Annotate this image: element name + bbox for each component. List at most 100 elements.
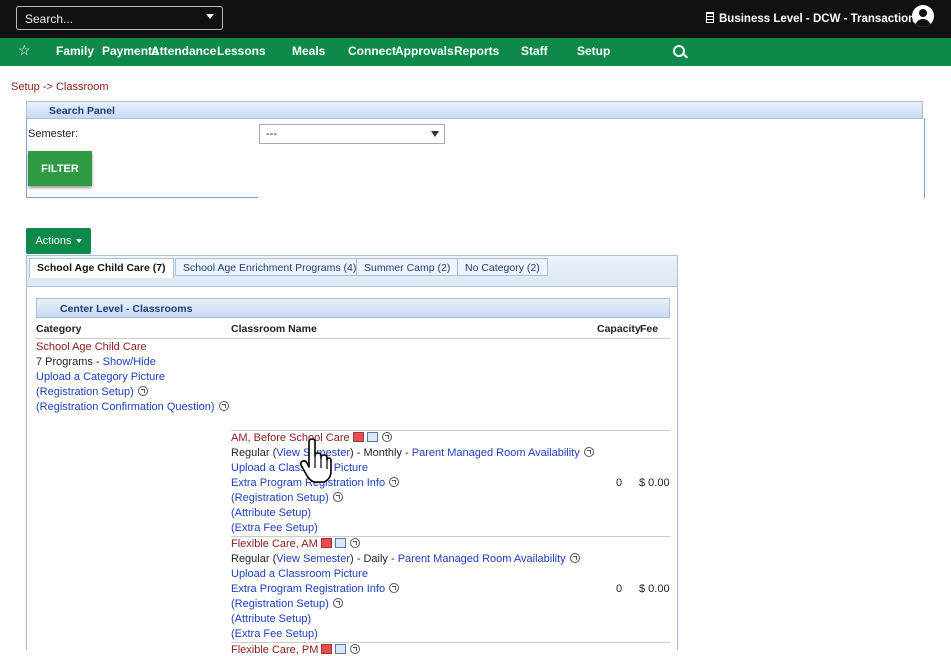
classroom-row-2-title: Flexible Care, AM: [231, 538, 360, 550]
chevron-down-icon: [431, 131, 439, 137]
top-bar: Search... Business Level - DCW - Transac…: [0, 0, 951, 38]
registration-setup: (Registration Setup): [231, 492, 343, 504]
refresh-icon[interactable]: [332, 598, 343, 608]
tab-no-category[interactable]: No Category (2): [457, 258, 548, 276]
chart-icon[interactable]: [366, 432, 378, 442]
col-header-classroom-name[interactable]: Classroom Name: [231, 323, 317, 335]
search-panel: [26, 118, 925, 198]
billing-label: ) - Monthly -: [350, 447, 409, 459]
hand-pointer-cursor-icon: [300, 438, 332, 483]
col-header-category[interactable]: Category: [36, 323, 82, 335]
refresh-icon[interactable]: [583, 447, 594, 457]
actions-button[interactable]: Actions: [26, 228, 91, 254]
user-avatar-icon[interactable]: [912, 5, 934, 27]
refresh-icon[interactable]: [389, 477, 400, 487]
classrooms-panel-header[interactable]: Center Level - Classrooms: [36, 298, 670, 318]
category-registration-setup: (Registration Setup): [36, 386, 148, 398]
calendar-icon[interactable]: [352, 432, 364, 442]
search-panel-title: Search Panel: [49, 105, 115, 117]
nav-family[interactable]: Family: [56, 44, 94, 58]
semester-select[interactable]: ---: [259, 124, 445, 144]
refresh-icon[interactable]: [218, 401, 229, 411]
tab-school-age-child-care[interactable]: School Age Child Care (7): [29, 258, 174, 278]
search-panel-header[interactable]: Search Panel: [26, 101, 923, 119]
extra-fee-setup-link[interactable]: (Extra Fee Setup): [231, 522, 318, 534]
classroom-row-3-title: Flexible Care, PM: [231, 644, 361, 656]
filter-button[interactable]: FILTER: [28, 151, 92, 186]
search-placeholder: Search...: [25, 12, 74, 26]
separator: -: [95, 356, 100, 368]
refresh-icon[interactable]: [349, 538, 360, 548]
type-prefix: Regular (: [231, 553, 277, 565]
registration-setup-link[interactable]: (Registration Setup): [231, 492, 329, 504]
extra-program-info-link[interactable]: Extra Program Registration Info: [231, 583, 385, 595]
divider: [36, 338, 670, 339]
semester-value: ---: [266, 128, 277, 140]
actions-label: Actions: [35, 235, 72, 247]
upload-classroom-picture-link[interactable]: Upload a Classroom Picture: [231, 568, 368, 580]
programs-count: 7 Programs - Show/Hide: [36, 356, 156, 368]
business-level-label: Business Level - DCW - Transactional: [719, 13, 925, 25]
parent-managed-availability-link[interactable]: Parent Managed Room Availability: [412, 447, 580, 459]
breadcrumb[interactable]: Setup -> Classroom: [11, 81, 109, 93]
caret-down-icon: [75, 239, 82, 243]
chart-icon[interactable]: [335, 644, 347, 654]
nav-attendance[interactable]: Attendance: [151, 44, 216, 58]
refresh-icon[interactable]: [389, 583, 400, 593]
nav-meals[interactable]: Meals: [292, 44, 325, 58]
classroom-name-link[interactable]: Flexible Care, PM: [231, 644, 318, 656]
refresh-icon[interactable]: [137, 386, 148, 396]
nav-approvals[interactable]: Approvals: [395, 44, 454, 58]
refresh-icon[interactable]: [381, 432, 392, 442]
main-nav: ☆ Family Payments Attendance Lessons Mea…: [0, 38, 951, 66]
view-semester-link[interactable]: View Semester: [276, 553, 350, 565]
extra-program-info: Extra Program Registration Info: [231, 583, 400, 595]
nav-staff[interactable]: Staff: [521, 44, 548, 58]
programs-count-label: 7 Programs: [36, 356, 93, 368]
global-search-input[interactable]: Search...: [16, 6, 223, 30]
nav-lessons[interactable]: Lessons: [217, 44, 266, 58]
divider: [26, 197, 258, 198]
fee-value: $ 0.00: [639, 477, 670, 489]
divider: [231, 642, 670, 643]
search-icon[interactable]: [673, 45, 685, 57]
divider: [231, 536, 670, 537]
semester-label: Semester:: [28, 128, 79, 140]
capacity-value: 0: [616, 583, 623, 595]
nav-setup[interactable]: Setup: [577, 44, 610, 58]
classroom-row-1-type: Regular (View Semester) - Monthly - Pare…: [231, 447, 594, 459]
show-hide-link[interactable]: Show/Hide: [103, 356, 156, 368]
extra-fee-setup-link[interactable]: (Extra Fee Setup): [231, 628, 318, 640]
divider: [231, 430, 670, 431]
col-header-fee[interactable]: Fee: [640, 323, 658, 335]
capacity-value: 0: [616, 477, 623, 489]
chevron-down-icon[interactable]: [206, 14, 214, 19]
nav-connect[interactable]: Connect: [348, 44, 396, 58]
type-prefix: Regular (: [231, 447, 277, 459]
category-registration-setup-link[interactable]: (Registration Setup): [36, 386, 134, 398]
billing-label: ) - Daily -: [350, 553, 395, 565]
upload-category-picture-link[interactable]: Upload a Category Picture: [36, 371, 165, 383]
calendar-icon[interactable]: [320, 538, 332, 548]
calendar-icon[interactable]: [321, 644, 333, 654]
col-header-capacity[interactable]: Capacity: [597, 323, 641, 335]
refresh-icon[interactable]: [350, 644, 361, 654]
category-name-link[interactable]: School Age Child Care: [36, 341, 147, 353]
parent-managed-availability-link[interactable]: Parent Managed Room Availability: [398, 553, 566, 565]
category-confirmation-question: (Registration Confirmation Question): [36, 401, 229, 413]
nav-reports[interactable]: Reports: [454, 44, 499, 58]
business-level-selector[interactable]: Business Level - DCW - Transactional: [706, 12, 925, 25]
tab-school-age-enrichment[interactable]: School Age Enrichment Programs (4): [175, 258, 365, 276]
registration-setup-link[interactable]: (Registration Setup): [231, 598, 329, 610]
refresh-icon[interactable]: [332, 492, 343, 502]
favorites-star-icon[interactable]: ☆: [18, 42, 31, 59]
registration-setup: (Registration Setup): [231, 598, 343, 610]
attribute-setup-link[interactable]: (Attribute Setup): [231, 507, 311, 519]
confirmation-question-link[interactable]: (Registration Confirmation Question): [36, 401, 215, 413]
classroom-row-2-type: Regular (View Semester) - Daily - Parent…: [231, 553, 580, 565]
refresh-icon[interactable]: [569, 553, 580, 563]
attribute-setup-link[interactable]: (Attribute Setup): [231, 613, 311, 625]
tab-summer-camp[interactable]: Summer Camp (2): [356, 258, 459, 276]
chart-icon[interactable]: [334, 538, 346, 548]
classroom-name-link[interactable]: Flexible Care, AM: [231, 538, 318, 550]
